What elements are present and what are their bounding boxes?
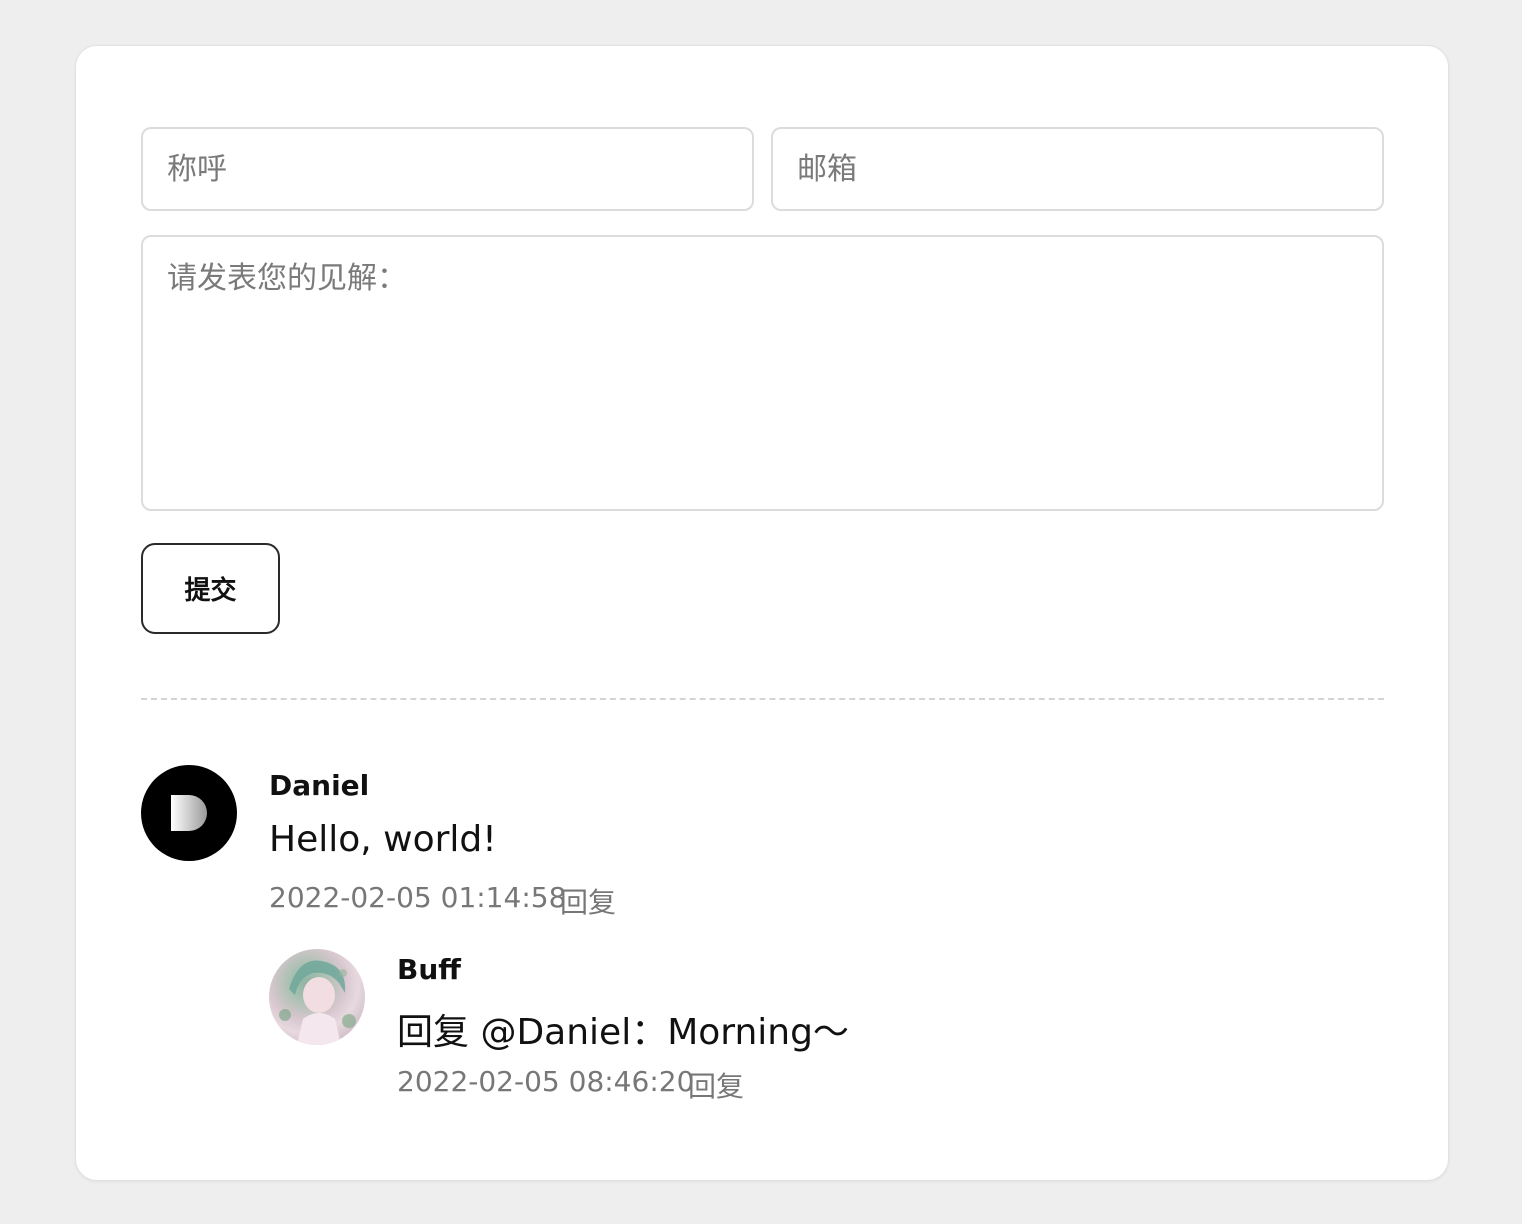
reply-button[interactable]: 回复 <box>560 881 616 921</box>
reply-content: 回复 @Daniel：Morning～ <box>397 1012 849 1053</box>
comment-item: Daniel Hello, world! 2022-02-05 01:14:58… <box>141 765 1384 925</box>
comment-card: 提交 Daniel Hello, world! 2022-02-05 01:14… <box>75 45 1449 1181</box>
avatar <box>141 765 237 861</box>
divider <box>141 698 1384 700</box>
anime-avatar-icon <box>279 960 356 1045</box>
email-input[interactable] <box>771 127 1384 211</box>
name-input[interactable] <box>141 127 754 211</box>
comment-content: Hello, world! <box>269 819 497 860</box>
comment-timestamp: 2022-02-05 01:14:58 <box>269 881 567 914</box>
reply-button[interactable]: 回复 <box>688 1065 744 1105</box>
reply-timestamp: 2022-02-05 08:46:20 <box>397 1065 695 1098</box>
d-logo-icon <box>171 795 207 831</box>
reply-item: Buff 回复 @Daniel：Morning～ 2022-02-05 08:4… <box>269 949 1384 1109</box>
comment-author: Daniel <box>269 769 370 802</box>
avatar <box>269 949 365 1045</box>
comment-textarea[interactable] <box>141 235 1384 511</box>
submit-button[interactable]: 提交 <box>141 543 280 634</box>
reply-author: Buff <box>397 953 461 986</box>
